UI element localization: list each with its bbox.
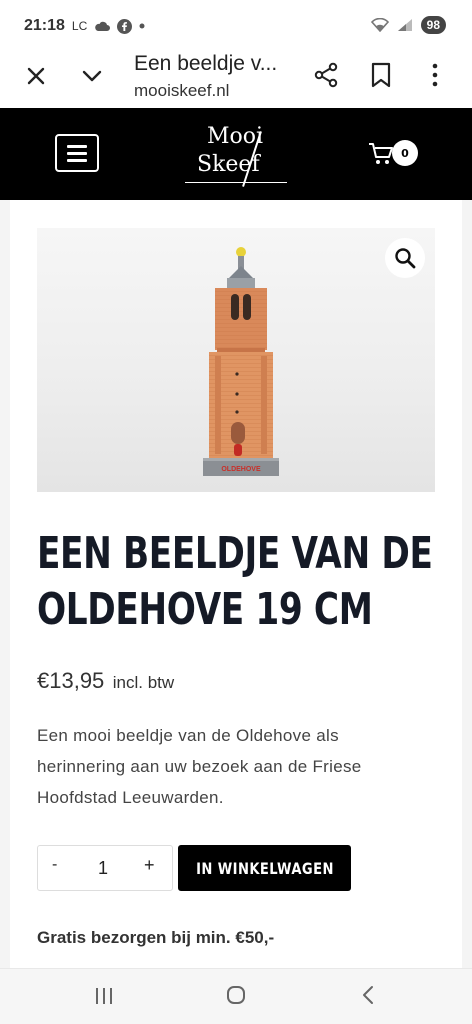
product-title: EEN BEELDJE VAN DE OLDEHOVE 19 CM — [37, 526, 433, 638]
hamburger-menu-icon[interactable] — [55, 134, 99, 172]
add-to-cart-label: IN WINKELWAGEN — [195, 858, 334, 878]
chevron-down-icon[interactable] — [80, 64, 104, 88]
close-icon[interactable] — [24, 64, 48, 88]
browser-toolbar: Een beeldje v... mooiskeef.nl — [0, 44, 472, 108]
home-icon[interactable] — [226, 985, 246, 1005]
quantity-input[interactable]: 1 — [98, 858, 108, 879]
product-page: OLDEHOVE EEN BEELDJE VAN DE OLDEHOVE 19 … — [10, 200, 462, 968]
site-logo[interactable]: Mooi Skeef — [183, 124, 289, 187]
back-icon[interactable] — [360, 985, 376, 1005]
free-shipping-note: Gratis bezorgen bij min. €50,- — [37, 928, 275, 947]
menu-bar — [67, 151, 87, 155]
site-header: Mooi Skeef 0 — [0, 108, 472, 200]
zoom-button[interactable] — [385, 238, 425, 278]
menu-bar — [67, 144, 87, 148]
quantity-increase-button[interactable]: + — [144, 855, 155, 876]
facebook-icon — [117, 18, 133, 34]
menu-bar — [67, 158, 87, 162]
signal-icon — [397, 19, 412, 31]
search-icon — [395, 248, 416, 269]
browser-page-title[interactable]: Een beeldje v... — [134, 52, 277, 76]
add-to-cart-button[interactable]: IN WINKELWAGEN — [178, 845, 351, 891]
more-vert-icon[interactable] — [428, 62, 442, 88]
description-line3: Hoofdstad Leeuwarden. — [37, 788, 224, 807]
system-navigation-bar — [0, 968, 472, 1024]
product-price: €13,95 — [37, 668, 105, 693]
status-left: 21:18 LC — [24, 17, 145, 35]
status-carrier: LC — [71, 19, 88, 33]
product-title-line1: EEN BEELDJE VAN DE — [37, 528, 433, 579]
quantity-decrease-button[interactable]: - — [52, 856, 57, 874]
price-tax-note: incl. btw — [112, 673, 175, 692]
status-time: 21:18 — [24, 17, 65, 34]
oldehove-figurine-image: OLDEHOVE — [203, 247, 279, 476]
recent-apps-icon[interactable] — [94, 987, 114, 1005]
cart-count-badge[interactable]: 0 — [392, 140, 418, 166]
browser-url[interactable]: mooiskeef.nl — [134, 81, 229, 101]
product-title-line2: OLDEHOVE 19 CM — [37, 584, 373, 635]
price-row: €13,95 incl. btw — [37, 668, 174, 694]
logo-underline — [185, 182, 287, 183]
dot-icon — [139, 23, 145, 29]
product-image[interactable]: OLDEHOVE — [37, 228, 435, 492]
wifi-icon — [370, 18, 389, 32]
quantity-stepper: - 1 + — [37, 845, 173, 891]
cart-icon[interactable] — [368, 142, 394, 166]
product-description: Een mooi beeldje van de Oldehove als her… — [37, 720, 427, 813]
status-right: 98 — [370, 16, 446, 34]
description-line1: Een mooi beeldje van de Oldehove als — [37, 726, 339, 745]
battery-indicator: 98 — [420, 16, 446, 34]
bookmark-icon[interactable] — [370, 62, 392, 88]
figurine-base-label: OLDEHOVE — [221, 466, 261, 473]
cloud-icon — [95, 21, 111, 31]
description-line2: herinnering aan uw bezoek aan de Friese — [37, 757, 362, 776]
share-icon[interactable] — [313, 62, 339, 88]
